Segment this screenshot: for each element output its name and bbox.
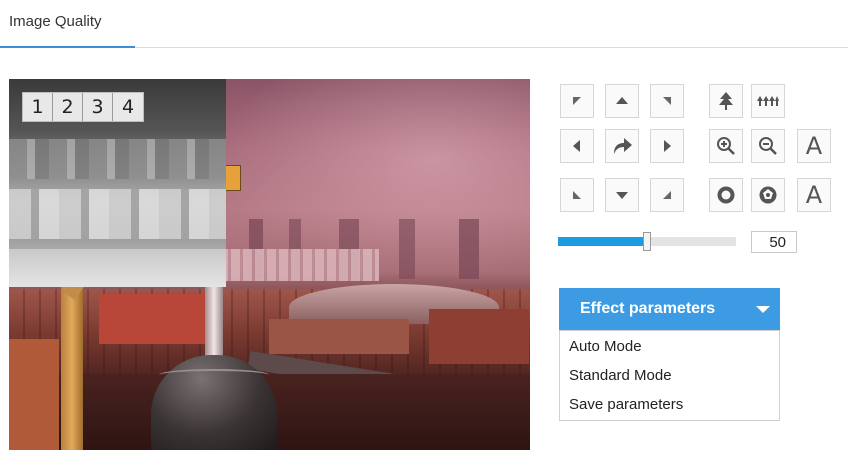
effect-parameters-label: Effect parameters [580,300,716,317]
aperture-open-icon [717,186,735,204]
distant-buildings [219,249,379,281]
ptz-up-right-button[interactable] [650,84,684,118]
building [429,309,529,364]
ptz-up-left-button[interactable] [560,84,594,118]
ptz-left-button[interactable] [560,129,594,163]
arrow-up-icon [616,97,628,104]
arrow-up-right-icon [663,97,671,105]
zoom-wide-button[interactable] [709,84,743,118]
aperture-close-icon [759,186,777,204]
arrow-left-icon [573,140,580,152]
tree-icon [719,92,733,110]
channel-4-button[interactable]: 4 [113,93,143,121]
iris-open-button[interactable] [709,178,743,212]
channel-3-button[interactable]: 3 [83,93,113,121]
ptz-speed-slider-thumb[interactable] [643,232,651,251]
ptz-auto-rotate-button[interactable] [605,129,639,163]
ptz-speed-slider-fill [558,237,643,246]
zoom-in-icon [717,137,735,155]
ptz-right-button[interactable] [650,129,684,163]
ptz-speed-slider[interactable] [558,232,736,251]
camera-mast [205,284,223,364]
foreground-building [9,339,59,450]
zoom-tele-button[interactable] [751,84,785,118]
zoom-out-button[interactable] [751,129,785,163]
channel-1-button[interactable]: 1 [23,93,53,121]
arrow-down-icon [616,192,628,199]
caret-down-icon [756,306,770,313]
tab-bar: Image Quality [0,0,848,48]
auto-focus-button[interactable]: A [797,129,831,163]
tab-image-quality[interactable]: Image Quality [0,0,135,48]
iris-close-button[interactable] [751,178,785,212]
thermal-pip-view: 1 2 3 4 [9,79,226,287]
menu-item-save-parameters[interactable]: Save parameters [560,389,779,418]
ptz-down-right-button[interactable] [650,178,684,212]
arrow-down-left-icon [573,191,581,199]
ptz-up-button[interactable] [605,84,639,118]
channel-2-button[interactable]: 2 [53,93,83,121]
forest-icon [757,96,779,106]
letter-a-icon: A [805,132,823,160]
effect-parameters-menu: Auto Mode Standard Mode Save parameters [559,330,780,421]
thermal-band [9,249,226,287]
arrow-down-right-icon [663,191,671,199]
zoom-in-button[interactable] [709,129,743,163]
ptz-down-button[interactable] [605,178,639,212]
menu-item-standard-mode[interactable]: Standard Mode [560,360,779,389]
arrow-up-left-icon [573,97,581,105]
auto-iris-button[interactable]: A [797,178,831,212]
red-building [99,294,209,344]
channel-selector: 1 2 3 4 [22,92,144,122]
thermal-band [9,139,226,179]
dome-camera-ring [159,369,269,381]
live-video-view[interactable]: 1 2 3 4 [9,79,530,450]
building [269,319,409,354]
zoom-out-icon [759,137,777,155]
letter-a-icon: A [805,181,823,209]
effect-parameters-dropdown[interactable]: Effect parameters [559,288,780,330]
redo-arrow-icon [614,138,632,154]
menu-item-auto-mode[interactable]: Auto Mode [560,331,779,360]
ptz-down-left-button[interactable] [560,178,594,212]
ptz-speed-value[interactable]: 50 [751,231,797,253]
arrow-right-icon [664,140,671,152]
thermal-band [9,189,226,239]
